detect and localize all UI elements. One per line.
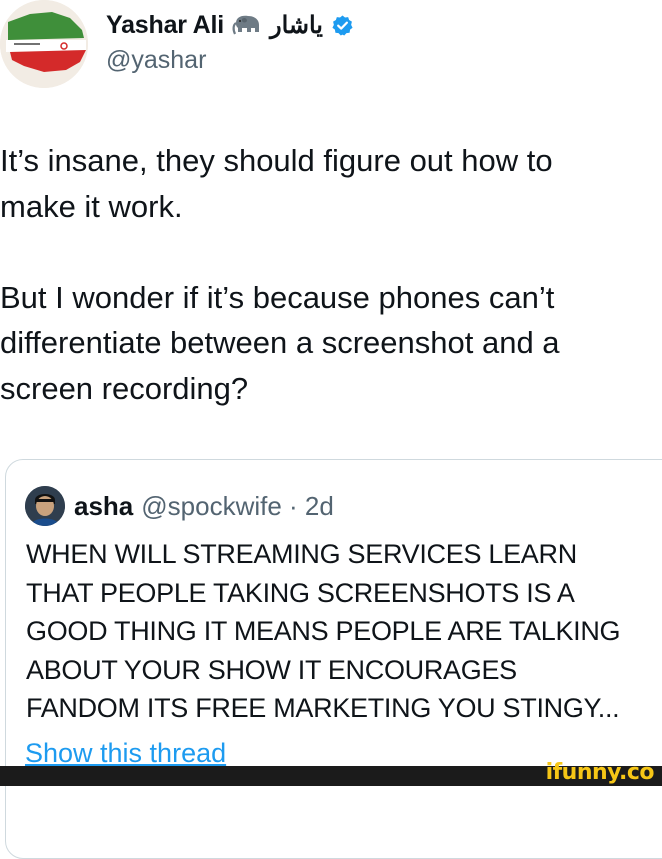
author-name-row: Yashar Ali یاشار (106, 8, 354, 42)
quoted-header: asha @spockwife · 2d (74, 488, 334, 524)
author-arabic-name: یاشار (269, 11, 323, 39)
elephant-icon (232, 13, 262, 37)
quoted-author-name[interactable]: asha (74, 491, 133, 522)
author-display-name[interactable]: Yashar Ali (106, 11, 224, 40)
flag-map-image (0, 0, 88, 88)
verified-badge-icon (331, 14, 354, 37)
author-handle[interactable]: @yashar (106, 46, 206, 75)
show-thread-link[interactable]: Show this thread (25, 738, 226, 769)
quoted-tweet-text: WHEN WILL STREAMING SERVICES LEARN THAT … (26, 539, 621, 723)
spock-avatar-image (25, 486, 65, 526)
ifunny-watermark: ifunny.co (545, 760, 655, 785)
tweet-text: It’s insane, they should figure out how … (0, 143, 560, 406)
quoted-author-avatar[interactable] (25, 486, 65, 526)
author-avatar[interactable] (0, 0, 88, 88)
quoted-handle-time[interactable]: @spockwife · 2d (141, 491, 334, 522)
